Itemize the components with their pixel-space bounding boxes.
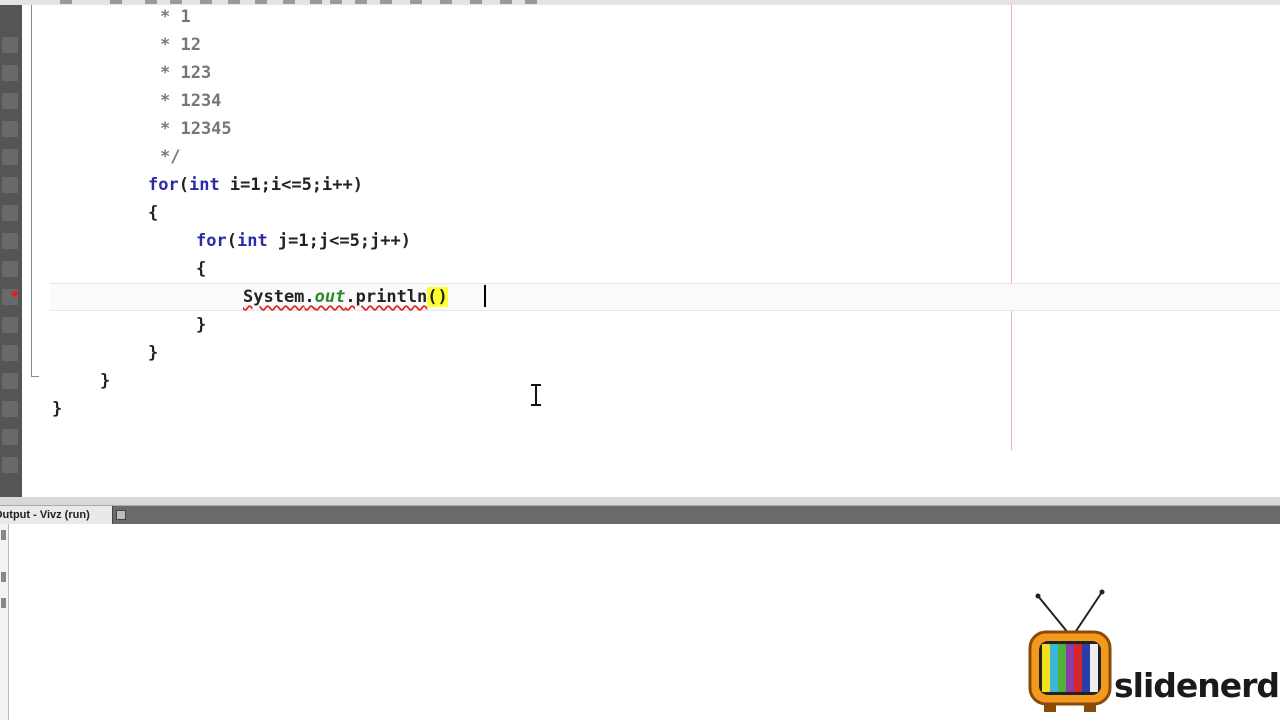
code-line: System.out.println() — [243, 287, 448, 307]
stop-icon[interactable] — [1, 572, 6, 582]
line-number — [2, 149, 18, 165]
code-token: } — [52, 399, 63, 419]
current-line-highlight — [50, 283, 1280, 311]
code-token: System — [243, 287, 305, 307]
line-number — [2, 317, 18, 333]
toolbar-button[interactable] — [380, 0, 392, 4]
toolbar-button[interactable] — [440, 0, 452, 4]
code-token: */ — [160, 147, 181, 167]
code-token: * 12 — [160, 35, 201, 55]
code-token: j=1;j<=5;j++) — [267, 231, 411, 251]
code-token: * 1234 — [160, 91, 222, 111]
toolbar-button[interactable] — [60, 0, 72, 4]
code-token: * 12345 — [160, 119, 232, 139]
code-line: * 1 — [160, 7, 191, 27]
code-line: */ — [160, 147, 180, 167]
code-token: int — [188, 175, 220, 195]
code-token: () — [427, 287, 448, 307]
toolbar-button[interactable] — [283, 0, 295, 4]
code-token: for — [196, 231, 227, 251]
tab-output[interactable]: Output - Vivz (run) — [0, 506, 113, 524]
code-token: i=1;i<=5;i++) — [219, 175, 363, 195]
code-line: } — [52, 399, 62, 419]
toolbar-button[interactable] — [228, 0, 240, 4]
code-token: .println — [345, 287, 428, 307]
code-token: * 1 — [160, 7, 191, 27]
code-token: ( — [178, 175, 189, 195]
toolbar-button[interactable] — [310, 0, 322, 4]
toolbar-button[interactable] — [200, 0, 212, 4]
toolbar-button[interactable] — [500, 0, 512, 4]
toolbar-button[interactable] — [255, 0, 267, 4]
line-number — [2, 121, 18, 137]
logo-wordmark: slidenerd — [1114, 666, 1280, 705]
code-token: } — [100, 371, 111, 391]
code-fold-guide — [31, 5, 32, 377]
line-number — [2, 401, 18, 417]
tv-logo-icon — [1028, 589, 1112, 712]
toolbar-button[interactable] — [410, 0, 422, 4]
code-token: } — [196, 315, 207, 335]
code-token: ( — [226, 231, 237, 251]
code-line: * 123 — [160, 63, 211, 83]
right-margin-guide — [1011, 5, 1012, 450]
toolbar-button[interactable] — [145, 0, 157, 4]
line-number — [2, 457, 18, 473]
code-token: . — [304, 287, 315, 307]
ibeam-cursor-icon — [530, 384, 542, 406]
code-line: * 1234 — [160, 91, 221, 111]
code-token: } — [148, 343, 159, 363]
line-number — [2, 37, 18, 53]
line-number — [2, 205, 18, 221]
code-token: for — [148, 175, 179, 195]
code-fold-end — [31, 376, 39, 377]
panel-splitter[interactable] — [0, 497, 1280, 506]
code-token: out — [314, 287, 346, 307]
toolbar-button[interactable] — [330, 0, 342, 4]
line-number — [2, 93, 18, 109]
line-number — [2, 345, 18, 361]
line-number — [2, 177, 18, 193]
code-line: * 12345 — [160, 119, 232, 139]
code-line: * 12 — [160, 35, 201, 55]
line-number — [2, 373, 18, 389]
code-token: { — [148, 203, 159, 223]
toolbar-button[interactable] — [170, 0, 182, 4]
line-number — [2, 261, 18, 277]
text-caret — [484, 285, 486, 307]
maximize-panel-button[interactable] — [116, 510, 126, 520]
output-toolbar — [0, 524, 9, 720]
code-token: * 123 — [160, 63, 212, 83]
error-marker-icon[interactable] — [12, 291, 18, 297]
toolbar-button[interactable] — [110, 0, 122, 4]
slidenerd-logo: slidenerd — [1022, 586, 1280, 720]
output-tab-bar: Output - Vivz (run) — [0, 506, 1280, 524]
rerun-icon[interactable] — [1, 530, 6, 540]
code-token: int — [236, 231, 268, 251]
clear-icon[interactable] — [1, 598, 6, 608]
code-line: } — [100, 371, 110, 391]
line-number — [2, 233, 18, 249]
code-line: for(int j=1;j<=5;j++) — [196, 231, 411, 251]
line-number-gutter[interactable] — [0, 5, 22, 497]
code-line: { — [196, 259, 206, 279]
code-line: } — [148, 343, 158, 363]
code-token: { — [196, 259, 207, 279]
line-number — [2, 65, 18, 81]
code-line: } — [196, 315, 206, 335]
toolbar-button[interactable] — [470, 0, 482, 4]
toolbar-button[interactable] — [525, 0, 537, 4]
toolbar-button[interactable] — [355, 0, 367, 4]
code-line: { — [148, 203, 158, 223]
code-line: for(int i=1;i<=5;i++) — [148, 175, 363, 195]
line-number — [2, 429, 18, 445]
